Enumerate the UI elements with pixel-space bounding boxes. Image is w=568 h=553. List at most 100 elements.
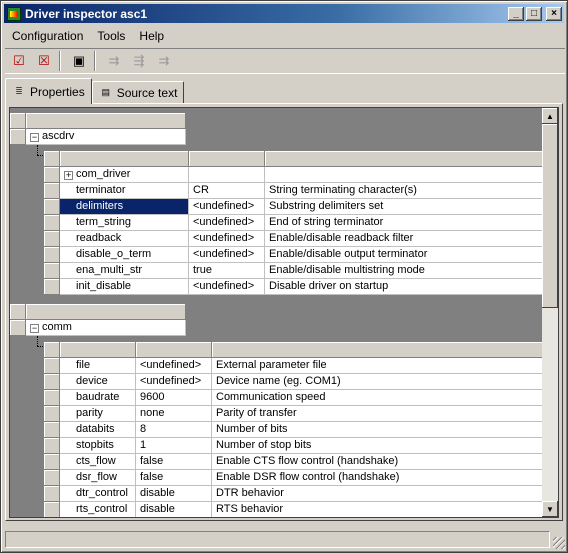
parameter-parameter-cell[interactable]: device xyxy=(60,374,136,390)
parameter-value-cell[interactable]: <undefined> xyxy=(189,247,265,263)
section-row-selector[interactable] xyxy=(10,113,26,129)
section-row-selector[interactable] xyxy=(10,304,26,320)
row-selector[interactable] xyxy=(44,486,60,502)
parameter-value-cell[interactable]: 8 xyxy=(136,422,212,438)
row-selector[interactable] xyxy=(44,215,60,231)
move-up-icon[interactable]: ⇉ xyxy=(103,50,125,72)
parameter-value-cell[interactable]: <undefined> xyxy=(189,231,265,247)
column-header[interactable] xyxy=(189,151,265,167)
parameter-value-cell[interactable]: <undefined> xyxy=(136,358,212,374)
scroll-thumb[interactable] xyxy=(542,124,558,308)
parameter-description-cell[interactable]: Device name (eg. COM1) xyxy=(212,374,544,390)
save-icon[interactable]: ▣ xyxy=(68,50,90,72)
parameter-value-cell[interactable] xyxy=(189,167,265,183)
parameter-description-cell[interactable]: Number of stop bits xyxy=(212,438,544,454)
row-selector[interactable] xyxy=(44,390,60,406)
parameter-description-cell[interactable]: Substring delimiters set xyxy=(265,199,544,215)
section-row-selector[interactable] xyxy=(10,129,26,145)
row-selector[interactable] xyxy=(44,454,60,470)
parameter-parameter-cell[interactable]: delimiters xyxy=(60,199,189,215)
section-name[interactable]: − comm xyxy=(26,320,186,336)
column-header[interactable] xyxy=(212,342,544,358)
collapse-icon[interactable]: − xyxy=(30,133,39,142)
expand-icon[interactable]: + xyxy=(64,171,73,180)
parameter-description-cell[interactable]: End of string terminator xyxy=(265,215,544,231)
parameter-description-cell[interactable]: Enable/disable multistring mode xyxy=(265,263,544,279)
check-all-icon[interactable]: ☑ xyxy=(8,50,30,72)
move-down-icon[interactable]: ⇉ xyxy=(153,50,175,72)
parameter-parameter-cell[interactable]: + com_driver xyxy=(60,167,189,183)
title-bar[interactable]: Driver inspector asc1 _ □ × xyxy=(4,4,564,23)
parameter-parameter-cell[interactable]: ena_multi_str xyxy=(60,263,189,279)
menu-tools[interactable]: Tools xyxy=(90,27,132,45)
section-name[interactable]: − ascdrv xyxy=(26,129,186,145)
column-header[interactable] xyxy=(136,342,212,358)
row-selector[interactable] xyxy=(44,422,60,438)
row-selector[interactable] xyxy=(44,502,60,517)
row-selector[interactable] xyxy=(44,438,60,454)
scroll-up-icon[interactable]: ▲ xyxy=(542,108,558,124)
parameter-value-cell[interactable]: true xyxy=(189,263,265,279)
parameter-parameter-cell[interactable]: baudrate xyxy=(60,390,136,406)
column-header[interactable] xyxy=(60,151,189,167)
parameter-value-cell[interactable]: <undefined> xyxy=(189,199,265,215)
parameter-description-cell[interactable]: Enable/disable output terminator xyxy=(265,247,544,263)
parameter-parameter-cell[interactable]: term_string xyxy=(60,215,189,231)
parameter-description-cell[interactable]: RTS behavior xyxy=(212,502,544,517)
parameter-parameter-cell[interactable]: databits xyxy=(60,422,136,438)
parameter-description-cell[interactable]: DTR behavior xyxy=(212,486,544,502)
parameter-parameter-cell[interactable]: stopbits xyxy=(60,438,136,454)
parameter-parameter-cell[interactable]: disable_o_term xyxy=(60,247,189,263)
parameter-description-cell[interactable]: Enable CTS flow control (handshake) xyxy=(212,454,544,470)
parameter-value-cell[interactable]: false xyxy=(136,470,212,486)
row-selector[interactable] xyxy=(44,470,60,486)
row-selector[interactable] xyxy=(44,263,60,279)
parameter-parameter-cell[interactable]: init_disable xyxy=(60,279,189,295)
parameter-parameter-cell[interactable]: parity xyxy=(60,406,136,422)
parameter-parameter-cell[interactable]: readback xyxy=(60,231,189,247)
parameter-value-cell[interactable]: none xyxy=(136,406,212,422)
parameter-parameter-cell[interactable]: rts_control xyxy=(60,502,136,517)
parameter-value-cell[interactable]: 1 xyxy=(136,438,212,454)
column-header[interactable] xyxy=(60,342,136,358)
move-right-icon[interactable]: ⇶ xyxy=(128,50,150,72)
parameter-parameter-cell[interactable]: dsr_flow xyxy=(60,470,136,486)
parameter-value-cell[interactable]: false xyxy=(136,454,212,470)
parameter-parameter-cell[interactable]: cts_flow xyxy=(60,454,136,470)
row-selector[interactable] xyxy=(44,231,60,247)
maximize-button[interactable]: □ xyxy=(526,6,542,21)
parameter-parameter-cell[interactable]: file xyxy=(60,358,136,374)
parameter-description-cell[interactable]: External parameter file xyxy=(212,358,544,374)
parameter-description-cell[interactable]: Enable DSR flow control (handshake) xyxy=(212,470,544,486)
parameter-description-cell[interactable]: Disable driver on startup xyxy=(265,279,544,295)
parameter-value-cell[interactable]: disable xyxy=(136,502,212,517)
parameter-value-cell[interactable]: <undefined> xyxy=(136,374,212,390)
tab-source-text[interactable]: ▤ Source text xyxy=(91,81,185,103)
menu-configuration[interactable]: Configuration xyxy=(5,27,90,45)
row-selector[interactable] xyxy=(44,358,60,374)
row-selector[interactable] xyxy=(44,199,60,215)
row-selector[interactable] xyxy=(44,247,60,263)
scroll-down-icon[interactable]: ▼ xyxy=(542,501,558,517)
close-button[interactable]: × xyxy=(546,6,562,21)
collapse-icon[interactable]: − xyxy=(30,324,39,333)
row-selector[interactable] xyxy=(44,167,60,183)
parameter-description-cell[interactable] xyxy=(265,167,544,183)
vertical-scrollbar[interactable]: ▲ ▼ xyxy=(542,108,558,517)
resize-grip[interactable] xyxy=(553,537,565,549)
parameter-parameter-cell[interactable]: dtr_control xyxy=(60,486,136,502)
row-selector[interactable] xyxy=(44,406,60,422)
parameter-value-cell[interactable]: CR xyxy=(189,183,265,199)
row-selector[interactable] xyxy=(44,279,60,295)
minimize-button[interactable]: _ xyxy=(508,6,524,21)
parameter-parameter-cell[interactable]: terminator xyxy=(60,183,189,199)
parameter-description-cell[interactable]: Number of bits xyxy=(212,422,544,438)
section-row-selector[interactable] xyxy=(10,320,26,336)
parameter-value-cell[interactable]: <undefined> xyxy=(189,279,265,295)
tab-properties[interactable]: ≣ Properties xyxy=(5,78,92,104)
parameter-value-cell[interactable]: 9600 xyxy=(136,390,212,406)
parameter-value-cell[interactable]: disable xyxy=(136,486,212,502)
parameter-description-cell[interactable]: Enable/disable readback filter xyxy=(265,231,544,247)
row-selector[interactable] xyxy=(44,183,60,199)
parameter-description-cell[interactable]: String terminating character(s) xyxy=(265,183,544,199)
